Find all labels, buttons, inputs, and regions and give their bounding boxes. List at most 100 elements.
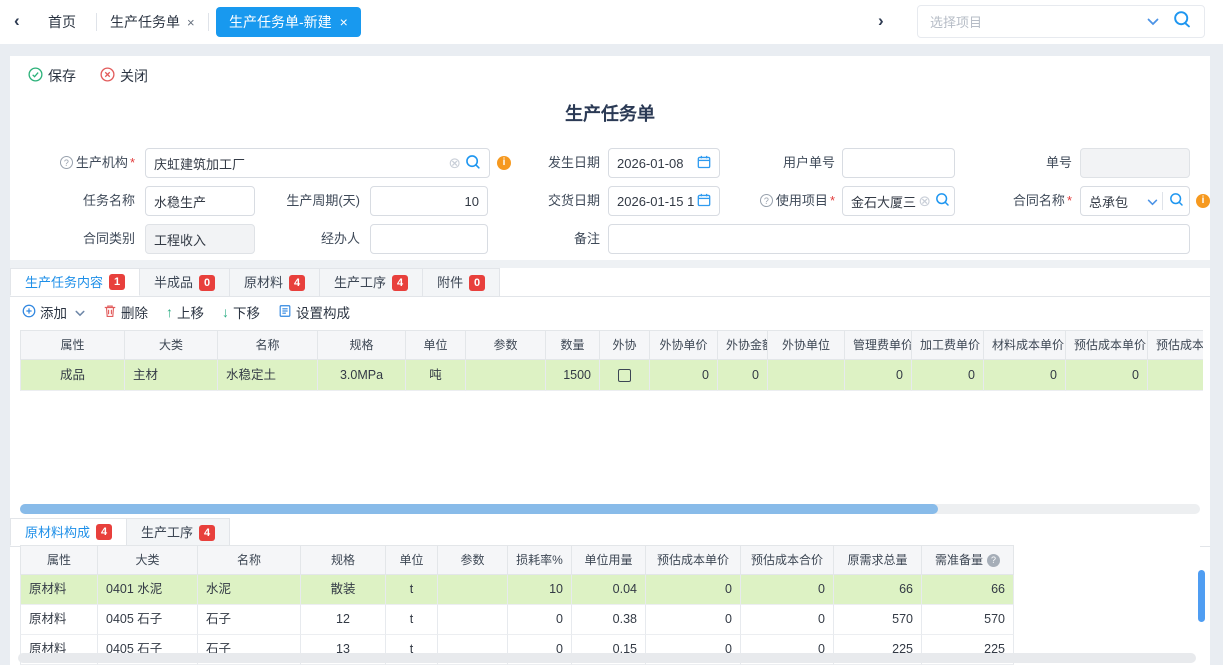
delete-button[interactable]: 删除 <box>103 302 148 322</box>
column-header[interactable]: 规格 <box>318 330 406 360</box>
column-header[interactable]: 单位用量 <box>572 545 646 575</box>
help-icon[interactable]: ? <box>60 156 73 169</box>
search-icon[interactable] <box>1173 10 1192 34</box>
cycle-days-input[interactable]: 10 <box>370 186 488 216</box>
count-badge: 4 <box>289 275 305 291</box>
tab-label: 生产任务内容 <box>25 269 103 296</box>
column-header[interactable]: 参数 <box>438 545 508 575</box>
detail-tab-4[interactable]: 附件0 <box>423 268 500 296</box>
org-input[interactable]: 庆虹建筑加工厂 ⊗ <box>145 148 490 178</box>
calendar-icon[interactable] <box>697 193 711 210</box>
bottom-tab-0[interactable]: 原材料构成4 <box>10 518 127 546</box>
column-header[interactable]: 属性 <box>20 545 98 575</box>
form-panel: 保存 关闭 生产任务单 ?生产机构* 庆虹建筑加工厂 ⊗ i 发生日期 2026… <box>10 56 1210 665</box>
tab-production-order[interactable]: 生产任务单× <box>110 0 195 44</box>
column-header[interactable]: 名称 <box>198 545 301 575</box>
tab-divider <box>208 13 209 31</box>
column-header[interactable]: 大类 <box>98 545 198 575</box>
divider <box>10 260 1210 268</box>
tabs-scroll-left-icon[interactable]: ‹ <box>14 11 20 31</box>
tab-production-order-new[interactable]: 生产任务单-新建× <box>216 7 361 37</box>
grid-toolbar: 添加 删除 ↑ 上移 ↓ 下移 设置构成 <box>22 296 350 328</box>
detail-tab-1[interactable]: 半成品0 <box>140 268 230 296</box>
detail-tab-0[interactable]: 生产任务内容1 <box>10 268 140 296</box>
move-down-button[interactable]: ↓ 下移 <box>222 302 260 322</box>
task-name-input[interactable]: 水稳生产 <box>145 186 255 216</box>
column-header[interactable]: 单位 <box>386 545 438 575</box>
delivery-date-input[interactable]: 2026-01-15 1 <box>608 186 720 216</box>
clear-icon[interactable]: ⊗ <box>448 156 461 171</box>
chevron-down-icon[interactable] <box>1147 13 1159 31</box>
help-icon[interactable]: ? <box>987 554 1000 567</box>
table-row[interactable]: 原材料0401 水泥水泥散装t100.04006666 <box>20 575 1014 605</box>
column-header[interactable]: 预估成本单价 <box>646 545 741 575</box>
table-cell: 0 <box>646 575 741 605</box>
issue-date-input[interactable]: 2026-01-08 <box>608 148 720 178</box>
table-cell: 原材料 <box>20 605 98 635</box>
tab-label: 生产工序 <box>141 519 193 546</box>
delivery-date-label: 交货日期 <box>490 186 600 216</box>
chevron-down-icon[interactable] <box>1147 194 1158 209</box>
horizontal-scrollbar-track[interactable] <box>18 653 1196 663</box>
clear-icon[interactable]: ⊗ <box>918 194 931 209</box>
detail-tab-3[interactable]: 生产工序4 <box>320 268 423 296</box>
close-icon[interactable]: × <box>187 15 195 30</box>
move-up-button[interactable]: ↑ 上移 <box>166 302 204 322</box>
configure-button[interactable]: 设置构成 <box>278 302 350 322</box>
table-row[interactable]: 成品主材水稳定土3.0MPa吨1500000000 <box>20 360 1203 391</box>
column-header[interactable]: 规格 <box>301 545 386 575</box>
horizontal-scrollbar-thumb[interactable] <box>20 504 938 514</box>
column-header[interactable]: 参数 <box>466 330 546 360</box>
column-header[interactable]: 外协单价 <box>650 330 718 360</box>
contract-name-select[interactable]: 总承包 <box>1080 186 1190 216</box>
column-header[interactable]: 预估成本合价 <box>741 545 834 575</box>
column-header[interactable]: 原需求总量 <box>834 545 922 575</box>
project-select-placeholder: 选择项目 <box>930 12 1147 31</box>
table-row[interactable]: 原材料0405 石子石子12t00.3800570570 <box>20 605 1014 635</box>
add-button[interactable]: 添加 <box>22 302 85 322</box>
column-header[interactable]: 预估成本合价 <box>1148 330 1203 360</box>
column-header[interactable]: 数量 <box>546 330 600 360</box>
column-header[interactable]: 材料成本单价 <box>984 330 1066 360</box>
column-header[interactable]: 需准备量? <box>922 545 1014 575</box>
check-circle-icon <box>28 67 43 85</box>
close-icon[interactable]: × <box>340 14 348 30</box>
help-icon[interactable]: ? <box>760 194 773 207</box>
save-button[interactable]: 保存 <box>28 66 76 86</box>
calendar-icon[interactable] <box>697 155 711 172</box>
remark-input[interactable] <box>608 224 1190 254</box>
close-button[interactable]: 关闭 <box>100 66 148 86</box>
project-select-input[interactable]: 选择项目 <box>917 5 1205 38</box>
tab-home[interactable]: 首页 <box>48 0 76 44</box>
column-header[interactable]: 损耗率% <box>508 545 572 575</box>
column-header[interactable]: 属性 <box>20 330 125 360</box>
search-icon[interactable] <box>935 192 950 210</box>
table-cell <box>466 360 546 391</box>
user-no-label: 用户单号 <box>725 148 835 178</box>
horizontal-scrollbar-track[interactable] <box>20 504 1200 514</box>
user-no-input[interactable] <box>842 148 955 178</box>
detail-tab-2[interactable]: 原材料4 <box>230 268 320 296</box>
tabs-scroll-right-icon[interactable]: › <box>878 11 884 31</box>
column-header[interactable]: 外协单位 <box>768 330 845 360</box>
vertical-scrollbar-thumb[interactable] <box>1198 570 1205 622</box>
count-badge: 4 <box>392 275 408 291</box>
column-header[interactable]: 大类 <box>125 330 218 360</box>
chevron-down-icon[interactable] <box>75 305 85 320</box>
bottom-tab-1[interactable]: 生产工序4 <box>127 518 230 546</box>
column-header[interactable]: 管理费单价 <box>845 330 912 360</box>
search-icon[interactable] <box>465 154 481 173</box>
column-header[interactable]: 加工费单价 <box>912 330 984 360</box>
column-header[interactable]: 预估成本单价 <box>1066 330 1148 360</box>
outsource-checkbox[interactable] <box>618 369 631 382</box>
tab-home-label: 首页 <box>48 14 76 30</box>
agent-input[interactable] <box>370 224 488 254</box>
column-header[interactable]: 外协 <box>600 330 650 360</box>
info-icon[interactable]: i <box>1196 194 1210 208</box>
project-input[interactable]: 金石大厦三 ⊗ <box>842 186 955 216</box>
column-header[interactable]: 名称 <box>218 330 318 360</box>
column-header[interactable]: 单位 <box>406 330 466 360</box>
column-header[interactable]: 外协金额 <box>718 330 768 360</box>
search-icon[interactable] <box>1169 192 1184 210</box>
issue-date-label: 发生日期 <box>490 148 600 178</box>
